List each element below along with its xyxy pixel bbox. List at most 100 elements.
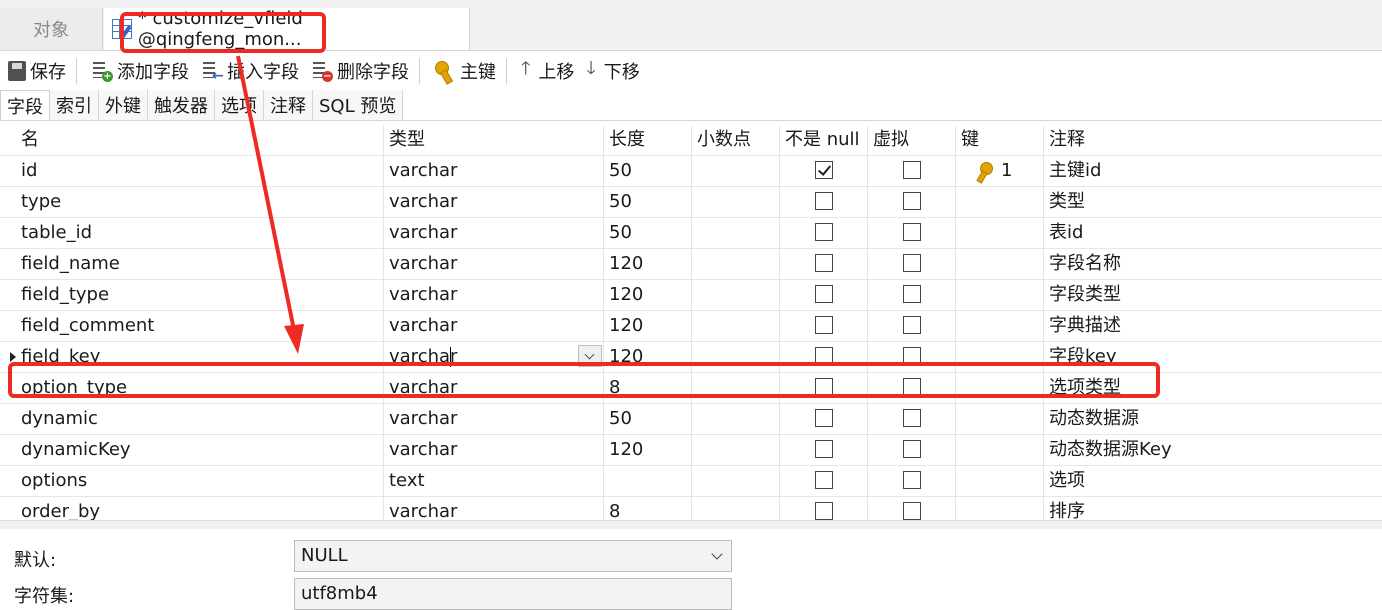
virtual-checkbox[interactable] (903, 471, 921, 489)
key-cell[interactable] (956, 280, 1044, 310)
not-null-checkbox[interactable] (815, 409, 833, 427)
move-down-button[interactable]: 🡓 下移 (582, 55, 643, 87)
field-name-cell[interactable]: id (16, 156, 384, 186)
table-row[interactable]: type varchar 50 类型 (0, 187, 1382, 218)
field-comment-cell[interactable]: 选项类型 (1044, 373, 1382, 403)
field-length-cell[interactable]: 50 (604, 218, 692, 248)
field-type-cell[interactable]: varchar (384, 373, 604, 403)
field-length-cell[interactable]: 120 (604, 435, 692, 465)
field-comment-cell[interactable]: 字典描述 (1044, 311, 1382, 341)
field-type-cell[interactable]: text (384, 466, 604, 496)
field-comment-cell[interactable]: 字段key (1044, 342, 1382, 372)
table-row[interactable]: dynamic varchar 50 动态数据源 (0, 404, 1382, 435)
field-decimals-cell[interactable] (692, 373, 780, 403)
table-row[interactable]: id varchar 50 1 主键id (0, 156, 1382, 187)
field-length-cell[interactable]: 120 (604, 311, 692, 341)
tab-sql-preview[interactable]: SQL 预览 (313, 90, 404, 120)
field-name-cell[interactable]: field_comment (16, 311, 384, 341)
field-type-cell[interactable]: varchar (384, 187, 604, 217)
field-type-cell[interactable]: varchar (384, 280, 604, 310)
field-type-cell[interactable]: varchar (384, 435, 604, 465)
not-null-checkbox[interactable] (815, 161, 833, 179)
not-null-checkbox[interactable] (815, 347, 833, 365)
virtual-checkbox[interactable] (903, 409, 921, 427)
field-comment-cell[interactable]: 选项 (1044, 466, 1382, 496)
virtual-checkbox[interactable] (903, 254, 921, 272)
field-comment-cell[interactable]: 动态数据源 (1044, 404, 1382, 434)
charset-select[interactable]: utf8mb4 (294, 578, 732, 610)
not-null-checkbox[interactable] (815, 316, 833, 334)
field-comment-cell[interactable]: 字段类型 (1044, 280, 1382, 310)
field-name-cell[interactable]: option_type (16, 373, 384, 403)
virtual-checkbox[interactable] (903, 285, 921, 303)
field-decimals-cell[interactable] (692, 218, 780, 248)
not-null-checkbox[interactable] (815, 254, 833, 272)
table-row[interactable]: table_id varchar 50 表id (0, 218, 1382, 249)
virtual-checkbox[interactable] (903, 161, 921, 179)
table-row[interactable]: options text 选项 (0, 466, 1382, 497)
save-button[interactable]: 保存 (4, 55, 70, 87)
field-type-cell[interactable]: varchar (384, 404, 604, 434)
column-header-type[interactable]: 类型 (384, 125, 604, 155)
field-length-cell[interactable]: 8 (604, 373, 692, 403)
not-null-checkbox[interactable] (815, 502, 833, 520)
field-length-cell[interactable]: 50 (604, 156, 692, 186)
field-type-cell[interactable]: varchar (384, 249, 604, 279)
column-header-comment[interactable]: 注释 (1044, 125, 1382, 155)
primary-key-button[interactable]: 主键 (430, 55, 500, 87)
column-header-not-null[interactable]: 不是 null (780, 125, 868, 155)
column-header-decimals[interactable]: 小数点 (692, 125, 780, 155)
key-cell[interactable] (956, 373, 1044, 403)
field-length-cell[interactable]: 50 (604, 404, 692, 434)
field-type-cell[interactable]: varchar (384, 218, 604, 248)
key-cell[interactable]: 1 (956, 156, 1044, 186)
field-length-cell[interactable]: 50 (604, 187, 692, 217)
field-name-cell[interactable]: dynamicKey (16, 435, 384, 465)
field-name-cell[interactable]: table_id (16, 218, 384, 248)
field-type-cell[interactable]: varchar (384, 342, 604, 372)
key-cell[interactable] (956, 187, 1044, 217)
table-row[interactable]: field_type varchar 120 字段类型 (0, 280, 1382, 311)
not-null-checkbox[interactable] (815, 378, 833, 396)
field-decimals-cell[interactable] (692, 156, 780, 186)
table-row[interactable]: field_comment varchar 120 字典描述 (0, 311, 1382, 342)
virtual-checkbox[interactable] (903, 440, 921, 458)
tab-fields[interactable]: 字段 (0, 90, 50, 120)
virtual-checkbox[interactable] (903, 378, 921, 396)
field-decimals-cell[interactable] (692, 342, 780, 372)
not-null-checkbox[interactable] (815, 192, 833, 210)
tab-triggers[interactable]: 触发器 (148, 90, 215, 120)
tab-table-design[interactable]: * customize_vfield @qingfeng_mon... (104, 8, 470, 50)
field-comment-cell[interactable]: 表id (1044, 218, 1382, 248)
move-up-button[interactable]: 🡑 上移 (517, 55, 578, 87)
field-decimals-cell[interactable] (692, 280, 780, 310)
field-type-cell[interactable]: varchar (384, 311, 604, 341)
insert-field-button[interactable]: ← 插入字段 (197, 55, 303, 87)
field-decimals-cell[interactable] (692, 466, 780, 496)
field-comment-cell[interactable]: 主键id (1044, 156, 1382, 186)
not-null-checkbox[interactable] (815, 223, 833, 241)
field-name-cell[interactable]: type (16, 187, 384, 217)
tab-comment[interactable]: 注释 (264, 90, 313, 120)
field-name-cell[interactable]: dynamic (16, 404, 384, 434)
key-cell[interactable] (956, 404, 1044, 434)
delete-field-button[interactable]: − 删除字段 (307, 55, 413, 87)
not-null-checkbox[interactable] (815, 440, 833, 458)
field-name-cell[interactable]: field_key (16, 342, 384, 372)
column-header-virtual[interactable]: 虚拟 (868, 125, 956, 155)
type-dropdown-button[interactable] (578, 345, 602, 367)
field-comment-cell[interactable]: 字段名称 (1044, 249, 1382, 279)
tab-options[interactable]: 选项 (215, 90, 264, 120)
field-comment-cell[interactable]: 类型 (1044, 187, 1382, 217)
table-row[interactable]: field_name varchar 120 字段名称 (0, 249, 1382, 280)
tab-objects[interactable]: 对象 (0, 8, 103, 50)
field-decimals-cell[interactable] (692, 404, 780, 434)
column-header-name[interactable]: 名 (16, 125, 384, 155)
tab-indexes[interactable]: 索引 (50, 90, 99, 120)
column-header-key[interactable]: 键 (956, 125, 1044, 155)
column-header-length[interactable]: 长度 (604, 125, 692, 155)
virtual-checkbox[interactable] (903, 223, 921, 241)
field-name-cell[interactable]: field_name (16, 249, 384, 279)
virtual-checkbox[interactable] (903, 192, 921, 210)
key-cell[interactable] (956, 218, 1044, 248)
